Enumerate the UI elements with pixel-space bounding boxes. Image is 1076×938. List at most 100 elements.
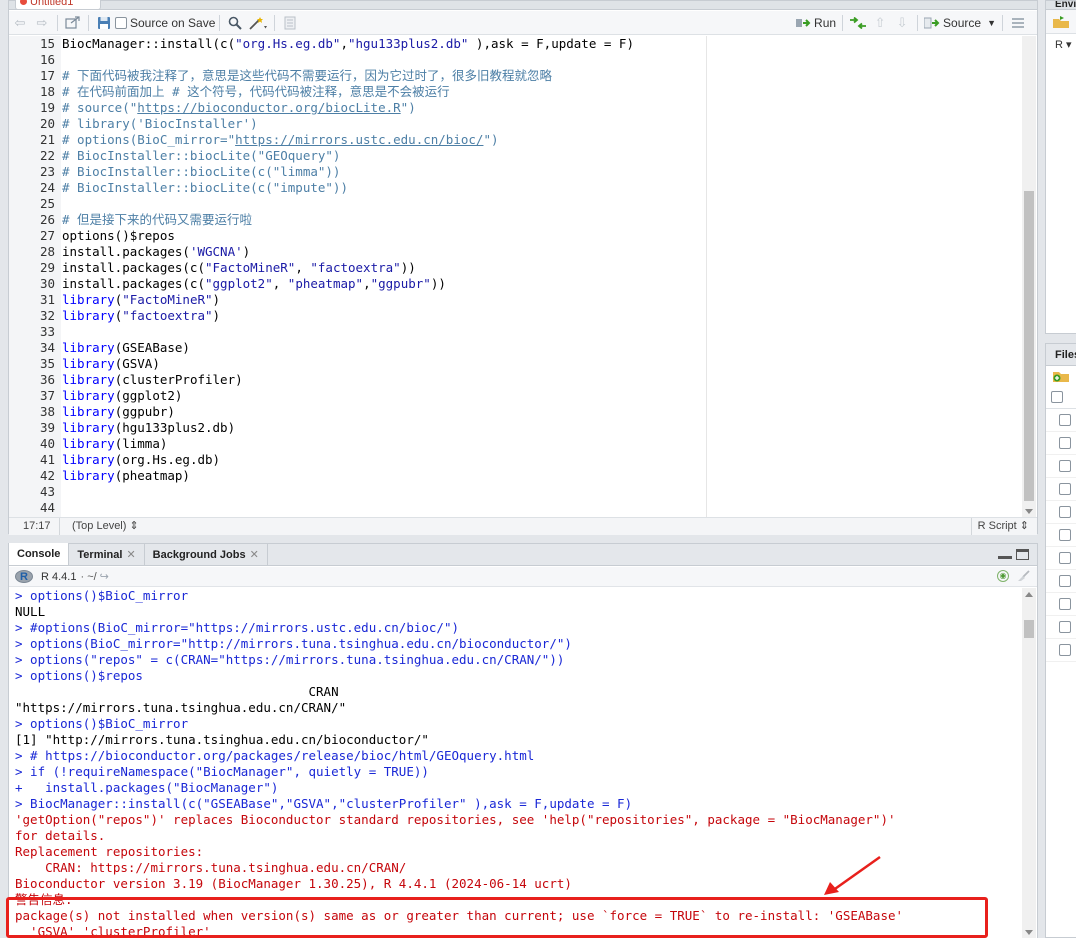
file-row-checkbox[interactable] [1059, 414, 1071, 426]
code-tools-wand-icon[interactable] [248, 13, 268, 33]
file-row-checkbox[interactable] [1059, 598, 1071, 610]
code-token: https://bioconductor.org/biocLite.R [137, 100, 401, 115]
file-row-checkbox[interactable] [1059, 552, 1071, 564]
code-line[interactable]: # library('BiocInstaller') [61, 116, 1021, 132]
editor-options-menu-icon[interactable] [1009, 13, 1027, 33]
working-directory[interactable]: · ~/ [80, 567, 96, 587]
code-line[interactable]: # options(BioC_mirror="https://mirrors.u… [61, 132, 1021, 148]
go-to-directory-icon[interactable]: ↪ [100, 567, 109, 587]
file-row-checkbox[interactable] [1059, 644, 1071, 656]
file-row[interactable] [1046, 432, 1076, 455]
code-line[interactable]: library(org.Hs.eg.db) [61, 452, 1021, 468]
forward-arrow-icon[interactable]: ⇨ [33, 13, 51, 33]
code-line[interactable]: library(GSVA) [61, 356, 1021, 372]
code-line[interactable]: # 但是接下来的代码又需要运行啦 [61, 212, 1021, 228]
interrupt-icon[interactable]: ◉ [997, 570, 1009, 582]
minimize-pane-icon[interactable] [998, 549, 1012, 559]
code-line[interactable]: # source("https://bioconductor.org/biocL… [61, 100, 1021, 116]
close-icon[interactable]: ✕ [250, 545, 259, 565]
file-row-checkbox[interactable] [1059, 529, 1071, 541]
code-area[interactable]: BiocManager::install(c("org.Hs.eg.db","h… [61, 36, 1021, 517]
code-line[interactable]: library(hgu133plus2.db) [61, 420, 1021, 436]
file-row-checkbox[interactable] [1059, 506, 1071, 518]
go-to-previous-section-icon[interactable]: ⇧ [871, 13, 889, 33]
run-button[interactable]: Run [796, 13, 836, 33]
file-row[interactable] [1046, 593, 1076, 616]
file-row-checkbox[interactable] [1059, 437, 1071, 449]
editor-vertical-scrollbar[interactable] [1022, 36, 1036, 517]
file-row-checkbox[interactable] [1059, 621, 1071, 633]
go-to-next-section-icon[interactable]: ⇩ [893, 13, 911, 33]
file-row[interactable] [1046, 524, 1076, 547]
code-line[interactable]: # 在代码前面加上 # 这个符号，代码代码被注释，意思是不会被运行 [61, 84, 1021, 100]
file-row[interactable] [1046, 501, 1076, 524]
code-line[interactable] [61, 196, 1021, 212]
tab-terminal[interactable]: Terminal ✕ [69, 544, 145, 565]
rerun-icon[interactable] [849, 13, 867, 33]
code-line[interactable] [61, 52, 1021, 68]
file-row-checkbox[interactable] [1059, 483, 1071, 495]
code-line[interactable] [61, 324, 1021, 340]
document-outline-icon[interactable] [281, 13, 299, 33]
file-row-checkbox[interactable] [1059, 460, 1071, 472]
save-icon[interactable] [95, 13, 113, 33]
console-output[interactable]: > options()$BioC_mirror NULL > #options(Bi… [9, 588, 1021, 938]
code-line[interactable]: library("factoextra") [61, 308, 1021, 324]
source-dropdown-icon[interactable]: ▼ [987, 18, 996, 28]
editor-scrollbar-thumb[interactable] [1024, 191, 1034, 501]
file-row-checkbox[interactable] [1059, 575, 1071, 587]
code-line[interactable] [61, 500, 1021, 516]
scroll-down-arrow-icon[interactable] [1025, 509, 1033, 514]
file-type-selector[interactable]: R Script ⇕ [970, 518, 1029, 535]
code-line[interactable]: # BiocInstaller::biocLite(c("limma")) [61, 164, 1021, 180]
code-line[interactable]: install.packages(c("ggplot2", "pheatmap"… [61, 276, 1021, 292]
code-line[interactable]: library(limma) [61, 436, 1021, 452]
select-all-checkbox[interactable] [1051, 391, 1063, 403]
file-row[interactable] [1046, 455, 1076, 478]
code-line[interactable]: install.packages('WGCNA') [61, 244, 1021, 260]
code-line[interactable]: # BiocInstaller::biocLite("GEOquery") [61, 148, 1021, 164]
r-environment-selector[interactable]: R ▾ [1046, 34, 1076, 51]
maximize-pane-icon[interactable] [1016, 549, 1029, 560]
scroll-down-arrow-icon[interactable] [1025, 930, 1033, 935]
code-line[interactable]: library(clusterProfiler) [61, 372, 1021, 388]
source-on-save-checkbox[interactable] [115, 16, 127, 29]
console-vertical-scrollbar[interactable] [1022, 588, 1036, 938]
load-workspace-icon[interactable] [1052, 15, 1070, 29]
console-scrollbar-thumb[interactable] [1024, 620, 1034, 638]
clear-console-broom-icon[interactable] [1015, 570, 1031, 582]
file-row[interactable] [1046, 478, 1076, 501]
code-line[interactable]: library(ggpubr) [61, 404, 1021, 420]
code-line[interactable]: install.packages(c("FactoMineR", "factoe… [61, 260, 1021, 276]
new-folder-icon[interactable] [1052, 369, 1070, 383]
code-line[interactable]: BiocManager::install(c("org.Hs.eg.db","h… [61, 36, 1021, 52]
file-row[interactable] [1046, 547, 1076, 570]
close-icon[interactable]: ✕ [126, 545, 135, 565]
code-line[interactable]: options()$repos [61, 228, 1021, 244]
show-in-window-icon[interactable] [64, 13, 82, 33]
code-line[interactable]: # 下面代码被我注释了，意思是这些代码不需要运行，因为它过时了，很多旧教程就忽略 [61, 68, 1021, 84]
code-line[interactable] [61, 484, 1021, 500]
file-row[interactable] [1046, 409, 1076, 432]
scroll-up-arrow-icon[interactable] [1025, 592, 1033, 597]
file-row[interactable] [1046, 570, 1076, 593]
tab-background-jobs[interactable]: Background Jobs ✕ [144, 544, 268, 565]
r-logo-icon: R [15, 570, 33, 583]
code-line[interactable]: library(ggplot2) [61, 388, 1021, 404]
code-token: "pheatmap" [287, 276, 364, 291]
tab-console[interactable]: Console [9, 543, 70, 565]
back-arrow-icon[interactable]: ⇦ [11, 13, 29, 33]
code-line[interactable]: library(pheatmap) [61, 468, 1021, 484]
source-button[interactable]: Source ▼ [924, 13, 996, 33]
code-line[interactable]: # BiocInstaller::biocLite(c("impute")) [61, 180, 1021, 196]
editor-tab-untitled[interactable]: Untitled1 [15, 0, 101, 10]
file-row[interactable] [1046, 639, 1076, 662]
code-token: (GSEABase) [114, 340, 190, 355]
file-row[interactable] [1046, 616, 1076, 639]
scope-selector[interactable]: (Top Level) ⇕ [72, 518, 139, 535]
search-icon[interactable] [226, 13, 244, 33]
tab-files[interactable]: Files [1046, 344, 1076, 366]
code-line[interactable]: library("FactoMineR") [61, 292, 1021, 308]
tab-environment[interactable]: Envi [1046, 1, 1076, 10]
code-line[interactable]: library(GSEABase) [61, 340, 1021, 356]
